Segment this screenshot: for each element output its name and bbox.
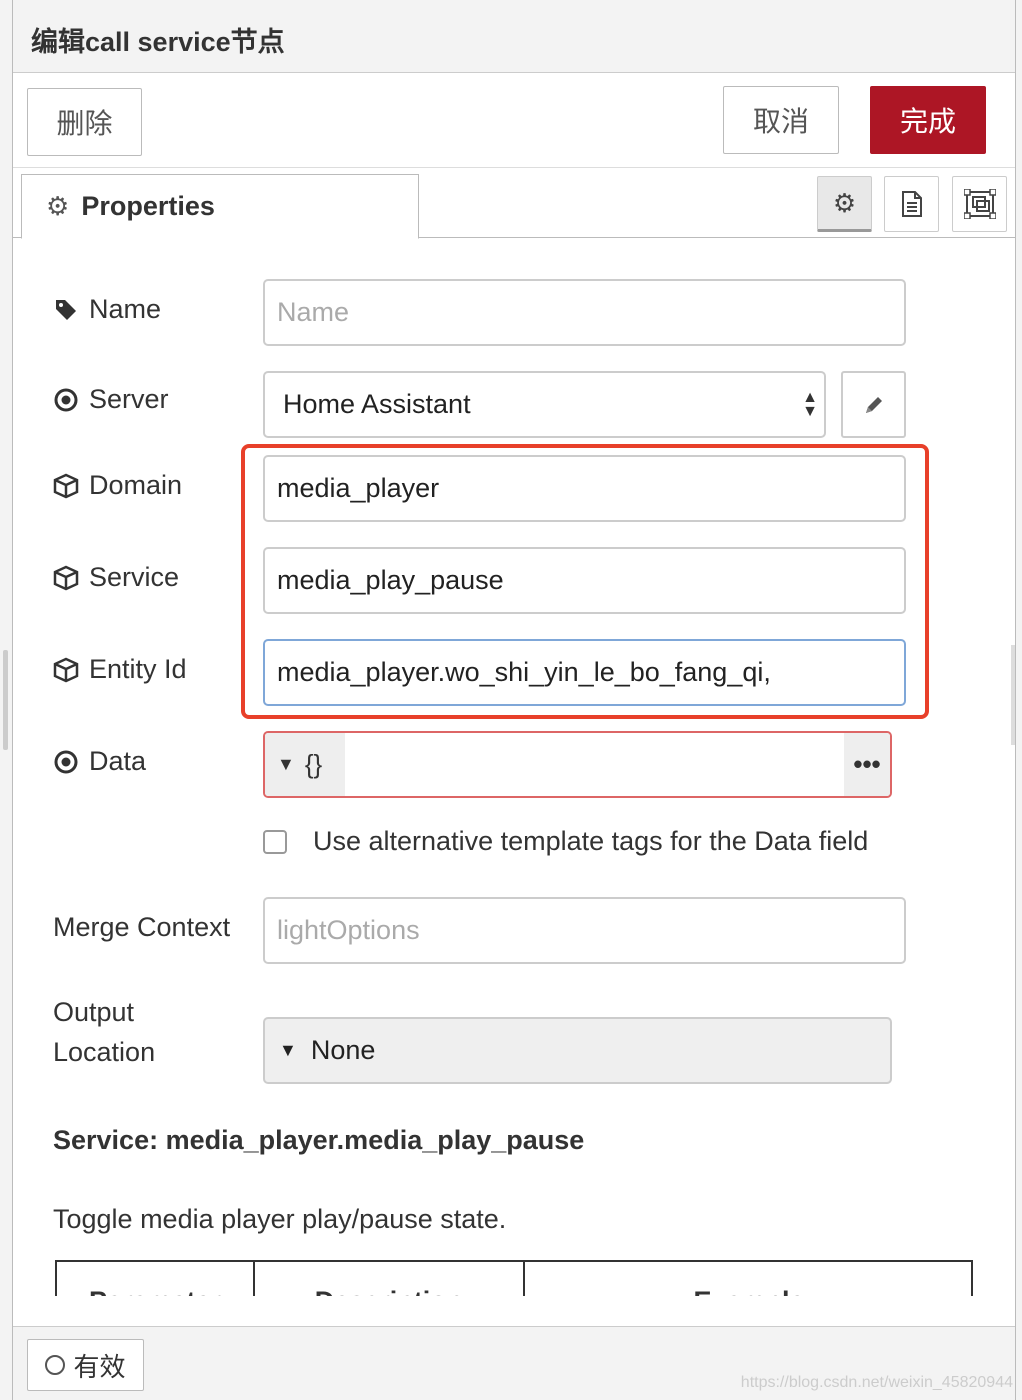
merge-context-input[interactable]: lightOptions bbox=[263, 897, 906, 964]
appearance-icon bbox=[963, 189, 996, 219]
pencil-icon bbox=[865, 396, 882, 413]
output-location-select[interactable]: ▼ None bbox=[263, 1017, 892, 1084]
tray-footer: 有效 https://blog.csdn.net/weixin_45820944 bbox=[13, 1326, 1015, 1400]
done-button[interactable]: 完成 bbox=[870, 86, 986, 154]
tag-icon bbox=[53, 298, 79, 322]
service-label-text: Service bbox=[89, 562, 180, 592]
edit-server-button[interactable] bbox=[841, 371, 906, 438]
service-label: Service bbox=[53, 562, 179, 593]
gear-icon: ⚙ bbox=[46, 191, 70, 221]
tab-properties[interactable]: ⚙ Properties bbox=[21, 174, 419, 239]
data-type-select[interactable]: ▼ {} bbox=[265, 733, 345, 796]
alt-tags-checkbox[interactable] bbox=[263, 829, 287, 854]
right-scroll-grip[interactable] bbox=[1011, 645, 1015, 745]
select-arrows-icon: ▲ ▼ bbox=[802, 389, 818, 420]
caret-down-icon: ▼ bbox=[279, 1040, 297, 1060]
data-typed-input[interactable]: ▼ {} ••• bbox=[263, 731, 892, 798]
table-header-parameter: Parameter bbox=[57, 1262, 255, 1296]
output-location-line1: Output bbox=[53, 997, 135, 1027]
output-location-line2: Location bbox=[53, 1037, 156, 1067]
highlight-box bbox=[241, 444, 929, 719]
caret-down-icon: ▼ bbox=[277, 754, 295, 774]
cube-icon bbox=[53, 657, 79, 683]
cube-icon bbox=[53, 473, 79, 499]
alt-tags-label: Use alternative template tags for the Da… bbox=[313, 826, 869, 856]
entity-id-label: Entity Id bbox=[53, 654, 187, 685]
service-info-description: Toggle media player play/pause state. bbox=[53, 1204, 507, 1234]
output-location-value: None bbox=[310, 1035, 376, 1065]
domain-label: Domain bbox=[53, 470, 182, 501]
node-appearance-tab-button[interactable] bbox=[952, 176, 1007, 232]
left-scroll-grip[interactable] bbox=[3, 650, 8, 750]
delete-button[interactable]: 删除 bbox=[27, 88, 142, 156]
cancel-button[interactable]: 取消 bbox=[723, 86, 839, 154]
node-description-tab-button[interactable] bbox=[884, 176, 939, 232]
edit-tray: 编辑call service节点 删除 取消 完成 ⚙ Properties ⚙ bbox=[12, 0, 1016, 1400]
service-params-table: Parameter Description Example bbox=[55, 1260, 973, 1296]
alt-tags-row: Use alternative template tags for the Da… bbox=[263, 826, 868, 857]
enable-toggle-button[interactable]: 有效 bbox=[27, 1339, 144, 1391]
dot-circle-icon bbox=[53, 388, 79, 412]
watermark: https://blog.csdn.net/weixin_45820944 bbox=[740, 1374, 1013, 1391]
output-location-label: Output Location bbox=[53, 992, 155, 1072]
node-properties-tab-button[interactable]: ⚙ bbox=[817, 176, 872, 232]
table-header-description-text: Description bbox=[315, 1286, 464, 1296]
table-header-description: Description bbox=[255, 1262, 525, 1296]
tray-title: 编辑call service节点 bbox=[31, 27, 285, 57]
entity-id-label-text: Entity Id bbox=[89, 654, 187, 684]
document-icon bbox=[901, 191, 922, 217]
expand-editor-button[interactable]: ••• bbox=[844, 733, 890, 796]
domain-label-text: Domain bbox=[89, 470, 183, 500]
gear-icon: ⚙ bbox=[832, 187, 857, 218]
server-label-text: Server bbox=[89, 384, 169, 414]
tab-bar: ⚙ Properties ⚙ bbox=[13, 168, 1015, 239]
tab-properties-label: Properties bbox=[81, 191, 215, 221]
name-input[interactable]: Name bbox=[263, 279, 906, 346]
table-header-example-text: Example bbox=[693, 1286, 804, 1296]
service-info-title: Service: media_player.media_play_pause bbox=[53, 1125, 585, 1155]
dot-circle-icon bbox=[53, 750, 79, 774]
cube-icon bbox=[53, 565, 79, 591]
table-header-example: Example bbox=[525, 1262, 971, 1296]
data-type-label: {} bbox=[304, 749, 323, 779]
data-label: Data bbox=[53, 746, 146, 777]
tray-toolbar: 删除 取消 完成 bbox=[13, 74, 1015, 168]
server-label: Server bbox=[53, 384, 169, 415]
name-label-text: Name bbox=[89, 294, 162, 324]
server-select[interactable]: Home Assistant ▲ ▼ bbox=[263, 371, 826, 438]
name-label: Name bbox=[53, 294, 161, 325]
enable-label: 有效 bbox=[73, 1351, 126, 1382]
merge-context-label-text: Merge Context bbox=[53, 912, 231, 942]
table-header-parameter-text: Parameter bbox=[89, 1286, 221, 1296]
circle-icon bbox=[45, 1355, 66, 1375]
tray-header: 编辑call service节点 bbox=[13, 0, 1015, 73]
data-label-text: Data bbox=[89, 746, 147, 776]
merge-context-label: Merge Context bbox=[53, 912, 230, 943]
server-select-value: Home Assistant bbox=[283, 389, 471, 419]
